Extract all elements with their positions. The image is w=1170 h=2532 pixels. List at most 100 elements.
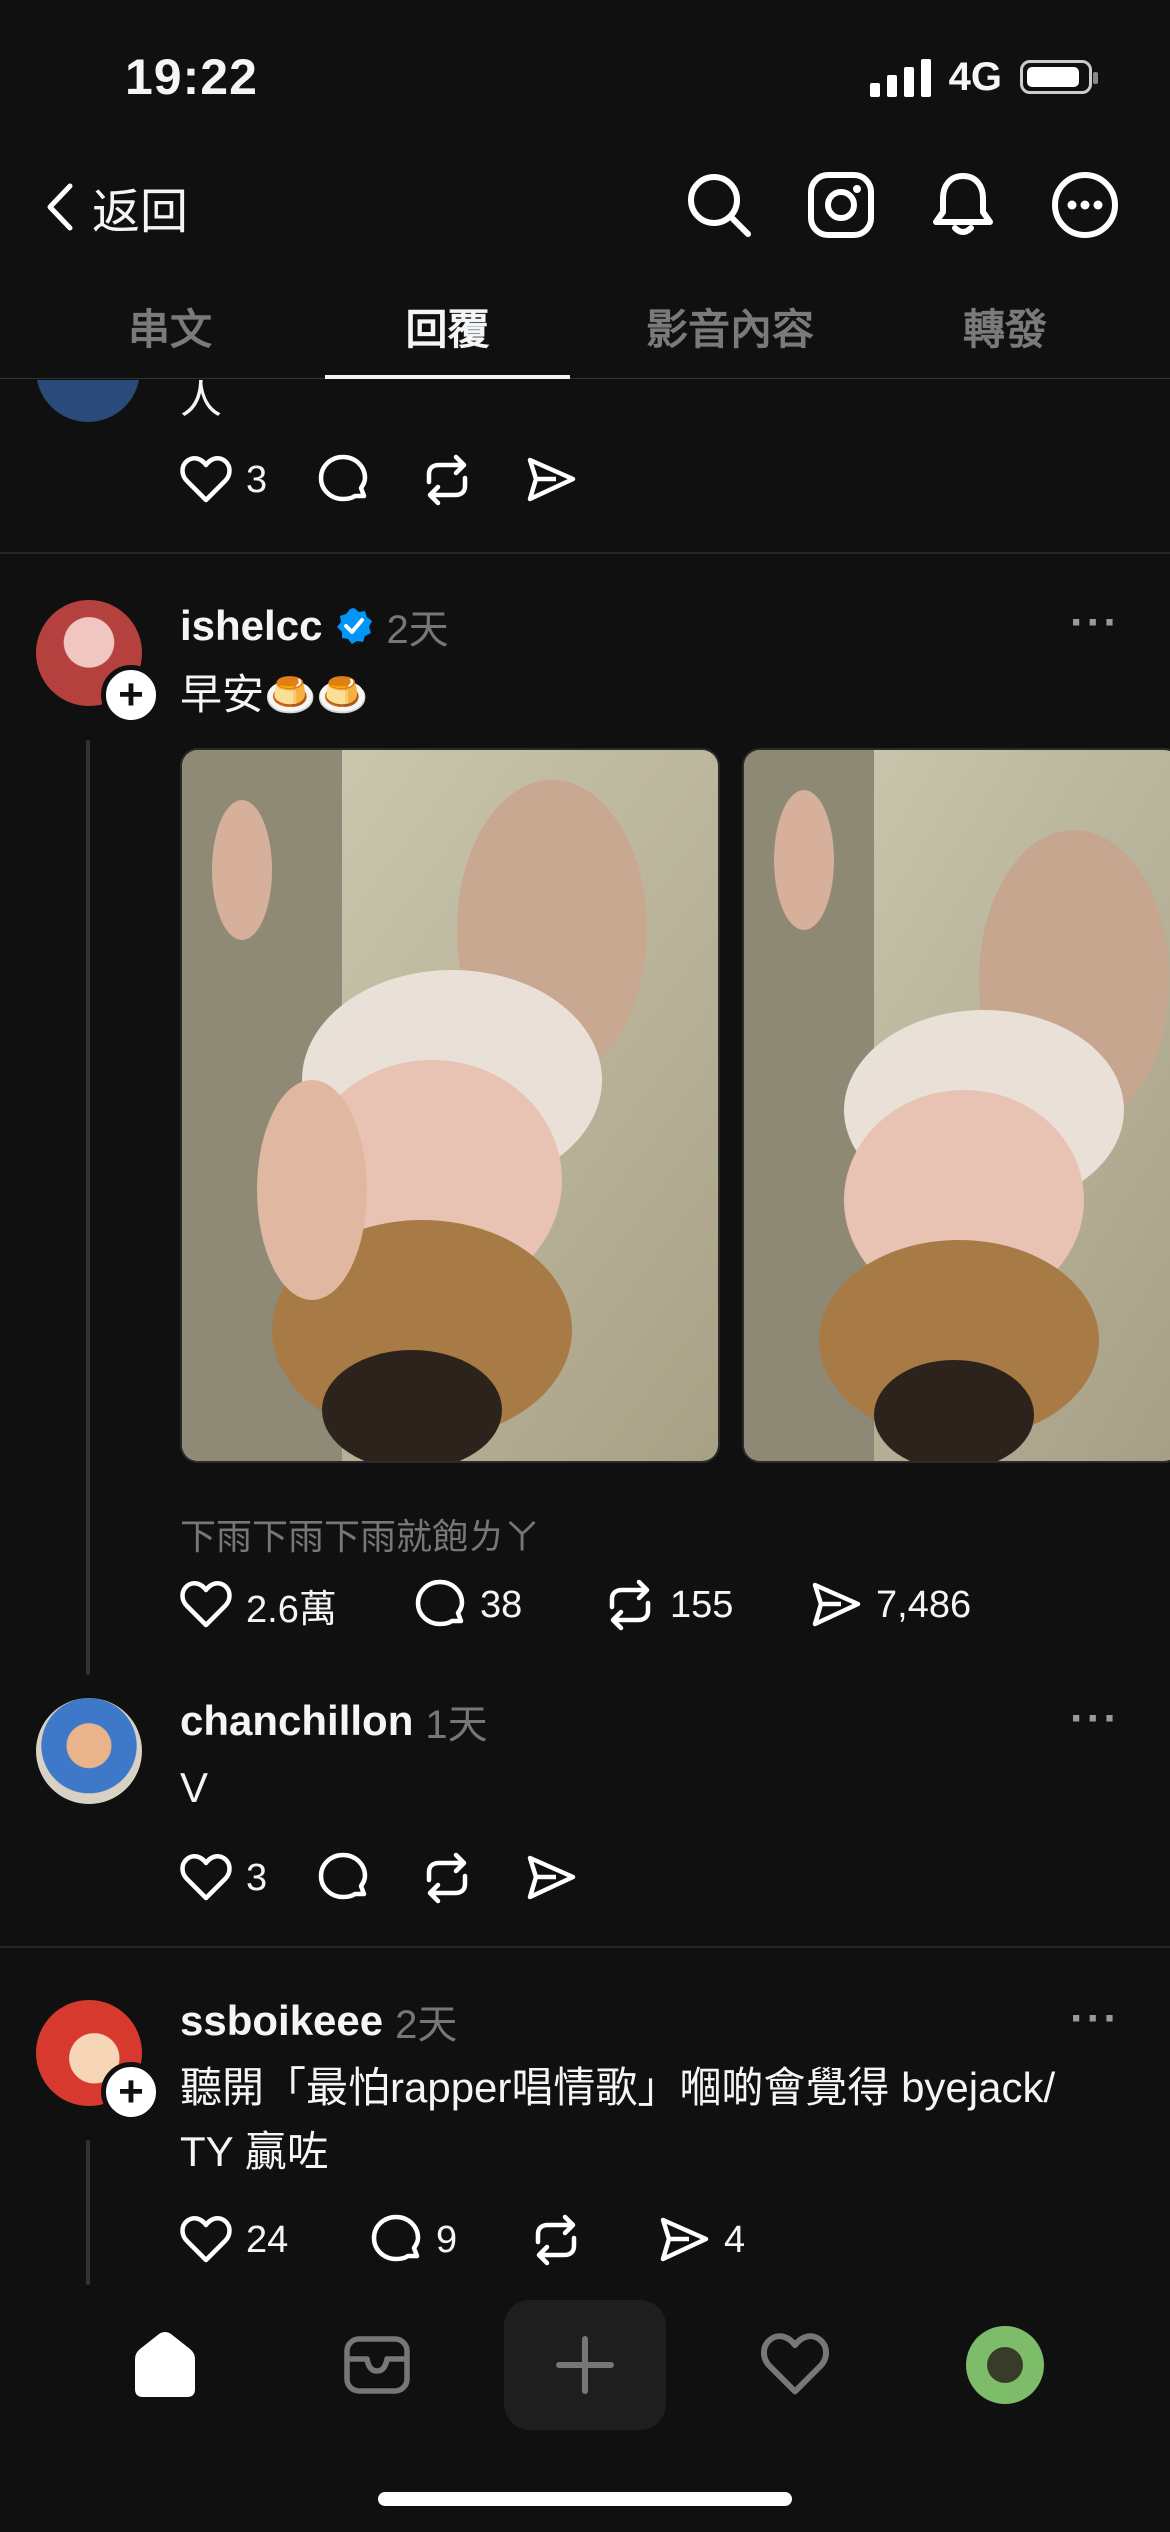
tab-threads[interactable]: 串文 (55, 270, 285, 378)
action-bar: 3 (178, 1850, 579, 1906)
like-button[interactable]: 24 (178, 2212, 368, 2268)
comment-icon (318, 454, 368, 502)
like-button[interactable]: 3 (178, 1850, 267, 1906)
post-photo[interactable] (180, 748, 720, 1463)
like-button[interactable]: 2.6萬 (178, 1577, 412, 1633)
more-options-button[interactable]: ··· (1070, 1694, 1120, 1744)
post-text-line: 聽開「最怕rapper唱情歌」嗰啲會覺得 byejack/ (180, 2064, 1056, 2111)
post-header: ssboikeee 2天 (180, 1992, 457, 2050)
nav-activity[interactable] (740, 2310, 850, 2420)
post-previous: 人 3 (0, 380, 1170, 540)
username[interactable]: ssboikeee (180, 1997, 383, 2045)
like-count: 3 (246, 1856, 268, 1899)
share-button[interactable]: 4 (656, 2212, 745, 2268)
post-header: ishelcc 2天 (180, 597, 449, 655)
verified-badge-icon (337, 608, 373, 644)
post-photo[interactable] (742, 748, 1170, 1463)
share-button[interactable] (523, 452, 579, 508)
tab-replies[interactable]: 回覆 (325, 270, 570, 379)
back-button[interactable]: 返回 (44, 172, 188, 242)
profile-avatar (966, 2326, 1044, 2404)
post-text: 人 (180, 380, 223, 422)
thread-line (86, 740, 90, 1675)
username[interactable]: ishelcc (180, 602, 322, 650)
heart-icon (180, 455, 232, 503)
activity-icon (760, 2333, 830, 2395)
comment-icon (415, 1579, 465, 1627)
repost-button[interactable] (419, 1850, 475, 1906)
repost-button[interactable] (419, 452, 475, 508)
divider (0, 1946, 1170, 1948)
signal-icon (869, 57, 931, 97)
heart-icon (180, 2215, 232, 2263)
like-count: 3 (246, 458, 268, 501)
action-bar: 24 9 4 (178, 2212, 745, 2268)
plus-icon (556, 2336, 614, 2394)
home-indicator (378, 2492, 792, 2506)
network-label: 4G (948, 54, 1002, 99)
more-options-button[interactable]: ··· (1070, 598, 1120, 648)
bottom-nav (0, 2290, 1170, 2430)
reply-count: 38 (480, 1583, 523, 1626)
avatar[interactable] (36, 1698, 142, 1804)
search-icon[interactable] (684, 170, 754, 240)
reply-count: 9 (436, 2218, 458, 2261)
post-time: 1天 (425, 1703, 488, 1747)
follow-badge[interactable]: + (101, 2062, 161, 2122)
chevron-left-icon (47, 183, 73, 231)
thread-line (86, 2140, 90, 2285)
post-text: 早安🍮🍮 (180, 671, 369, 718)
reply-button[interactable] (315, 452, 371, 508)
repost-icon (609, 1579, 651, 1631)
tab-reposts[interactable]: 轉發 (890, 270, 1120, 378)
post-text-line: TY 贏咗 (180, 2128, 329, 2175)
photo-image (744, 750, 1170, 1461)
post-header: chanchillon 1天 (180, 1692, 488, 1750)
reply-button[interactable]: 38 (412, 1577, 602, 1633)
like-count: 2.6萬 (246, 1588, 337, 1631)
heart-icon (180, 1580, 232, 1628)
bell-icon[interactable] (928, 170, 998, 240)
share-count: 7,486 (876, 1583, 972, 1626)
post-time: 2天 (395, 2003, 458, 2047)
repost-icon (426, 1852, 468, 1904)
share-icon (527, 1855, 576, 1900)
repost-button[interactable] (528, 2212, 656, 2268)
nav-home[interactable] (110, 2310, 220, 2420)
status-right: 4G (869, 52, 1098, 102)
avatar[interactable] (36, 380, 140, 422)
comment-icon (371, 2214, 421, 2262)
back-label: 返回 (92, 186, 189, 239)
battery-icon (1020, 60, 1098, 94)
more-options-button[interactable]: ··· (1070, 1994, 1120, 2044)
photo-caption: 下雨下雨下雨就飽ㄌㄚ (180, 1516, 541, 1557)
follow-badge[interactable]: + (101, 665, 161, 725)
reply-button[interactable] (315, 1850, 371, 1906)
action-bar: 3 (178, 452, 579, 508)
share-icon (660, 2217, 709, 2262)
like-button[interactable]: 3 (178, 452, 267, 508)
nav-profile[interactable] (950, 2310, 1060, 2420)
nav-inbox[interactable] (322, 2310, 432, 2420)
header-actions (684, 170, 1120, 240)
share-icon (812, 1582, 861, 1627)
username[interactable]: chanchillon (180, 1697, 413, 1745)
repost-icon (426, 454, 468, 506)
home-icon (135, 2332, 195, 2397)
instagram-icon[interactable] (806, 170, 876, 240)
post-time: 2天 (386, 608, 449, 652)
repost-count: 155 (670, 1583, 734, 1626)
repost-button[interactable]: 155 (602, 1577, 808, 1633)
photo-image (182, 750, 718, 1461)
compose-button[interactable] (504, 2300, 666, 2430)
share-button[interactable]: 7,486 (808, 1577, 971, 1633)
repost-icon (535, 2214, 577, 2266)
tab-media[interactable]: 影音內容 (590, 270, 870, 378)
more-circle-icon[interactable] (1050, 170, 1120, 240)
heart-icon (180, 1853, 232, 1901)
action-bar: 2.6萬 38 155 7,486 (178, 1577, 971, 1633)
comment-icon (318, 1852, 368, 1900)
share-button[interactable] (523, 1850, 579, 1906)
reply-button[interactable]: 9 (368, 2212, 528, 2268)
status-time: 19:22 (125, 49, 258, 105)
